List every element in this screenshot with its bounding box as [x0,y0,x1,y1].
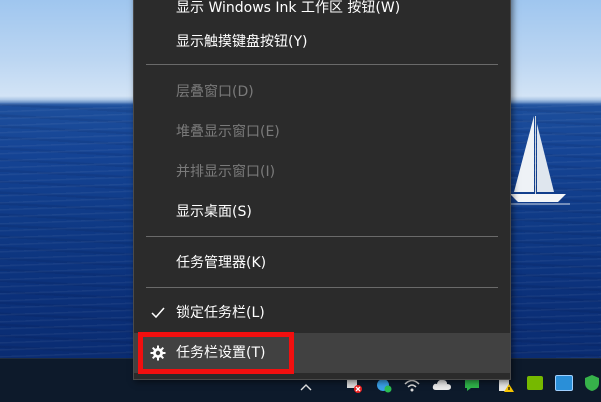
menu-item-label: 任务管理器(K) [176,255,267,271]
menu-separator [146,64,498,65]
menu-separator [146,287,498,288]
menu-item-label: 层叠窗口(D) [176,84,254,100]
checkmark-icon [148,296,168,330]
menu-item-stack-windows: 堆叠显示窗口(E) [134,115,510,149]
menu-item-label: 堆叠显示窗口(E) [176,124,280,140]
menu-item-show-windows-ink[interactable]: 显示 Windows Ink 工作区 按钮(W) [134,0,510,25]
menu-item-cascade-windows: 层叠窗口(D) [134,75,510,109]
menu-item-label: 并排显示窗口(I) [176,164,276,180]
red-highlight-annotation [138,332,294,374]
shield-icon[interactable] [582,373,601,393]
show-hidden-icons-arrow[interactable] [296,377,316,397]
taskbar-context-menu: 显示 Windows Ink 工作区 按钮(W) 显示触摸键盘按钮(Y) 层叠窗… [133,0,511,380]
menu-item-label: 锁定任务栏(L) [176,305,265,321]
menu-item-label: 显示触摸键盘按钮(Y) [176,34,308,50]
sailboat-image [508,116,570,205]
menu-item-label: 显示桌面(S) [176,204,252,220]
nvidia-icon[interactable] [525,373,545,393]
menu-item-show-desktop[interactable]: 显示桌面(S) [134,195,510,229]
menu-item-lock-taskbar[interactable]: 锁定任务栏(L) [134,296,510,330]
menu-item-show-touch-keyboard[interactable]: 显示触摸键盘按钮(Y) [134,25,510,59]
menu-item-side-by-side-windows: 并排显示窗口(I) [134,155,510,189]
menu-separator [146,236,498,237]
menu-item-label: 显示 Windows Ink 工作区 按钮(W) [176,0,401,16]
monitor-icon[interactable] [554,373,574,393]
menu-item-task-manager[interactable]: 任务管理器(K) [134,246,510,280]
